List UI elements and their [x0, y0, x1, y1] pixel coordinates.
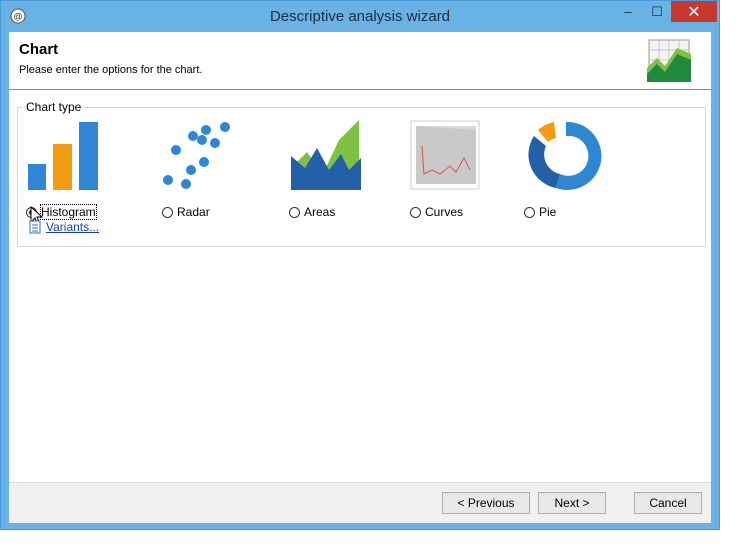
radio-pie-button[interactable] [524, 206, 535, 218]
page-subtitle: Please enter the options for the chart. [19, 64, 203, 76]
minimize-button[interactable]: – [613, 1, 643, 22]
wizard-header: Chart Please enter the options for the c… [9, 32, 711, 89]
radio-areas[interactable]: Areas [289, 205, 335, 219]
chart-option-radar: Radar [162, 118, 262, 219]
radio-radar-label: Radar [177, 205, 210, 219]
wizard-window: @ Descriptive analysis wizard – ☐ ✕ Char… [0, 0, 720, 530]
window-title: Descriptive analysis wizard [269, 8, 451, 25]
radio-curves[interactable]: Curves [410, 205, 463, 219]
page-title: Chart [19, 41, 59, 58]
radio-pie-label: Pie [539, 205, 557, 219]
wizard-footer: < Previous Next > Cancel [9, 483, 711, 523]
close-button[interactable]: ✕ [671, 1, 717, 22]
radio-areas-button[interactable] [289, 206, 300, 218]
variants-link[interactable]: Variants... [29, 220, 99, 234]
title-bar[interactable]: @ Descriptive analysis wizard – ☐ ✕ [1, 1, 719, 32]
chart-type-legend: Chart type [23, 100, 85, 114]
radio-radar[interactable]: Radar [162, 205, 210, 219]
pie-icon[interactable] [524, 118, 604, 192]
chart-option-curves: Curves [410, 118, 510, 219]
radio-curves-label: Curves [425, 205, 464, 219]
maximize-button[interactable]: ☐ [643, 1, 671, 22]
cancel-button[interactable]: Cancel [634, 492, 702, 514]
header-separator [9, 89, 711, 90]
chart-option-areas: Areas [289, 118, 389, 219]
variants-link-text[interactable]: Variants... [46, 220, 99, 234]
chart-wizard-icon [647, 39, 691, 82]
areas-icon[interactable] [289, 118, 369, 192]
chart-type-group: Chart type Histogram Radar Areas Curves … [17, 100, 706, 247]
document-icon [29, 220, 41, 234]
histogram-icon[interactable] [26, 118, 106, 192]
chart-option-pie: Pie [524, 118, 624, 219]
radio-curves-button[interactable] [410, 206, 421, 218]
radar-icon[interactable] [162, 118, 242, 192]
radio-radar-button[interactable] [162, 206, 173, 218]
wizard-client: Chart Please enter the options for the c… [9, 32, 711, 523]
radio-histogram-label: Histogram [40, 204, 97, 220]
chart-option-histogram: Histogram [26, 118, 126, 220]
curves-icon[interactable] [410, 118, 490, 192]
radio-pie[interactable]: Pie [524, 205, 556, 219]
radio-areas-label: Areas [304, 205, 336, 219]
previous-button[interactable]: < Previous [442, 492, 530, 514]
next-button[interactable]: Next > [538, 492, 606, 514]
